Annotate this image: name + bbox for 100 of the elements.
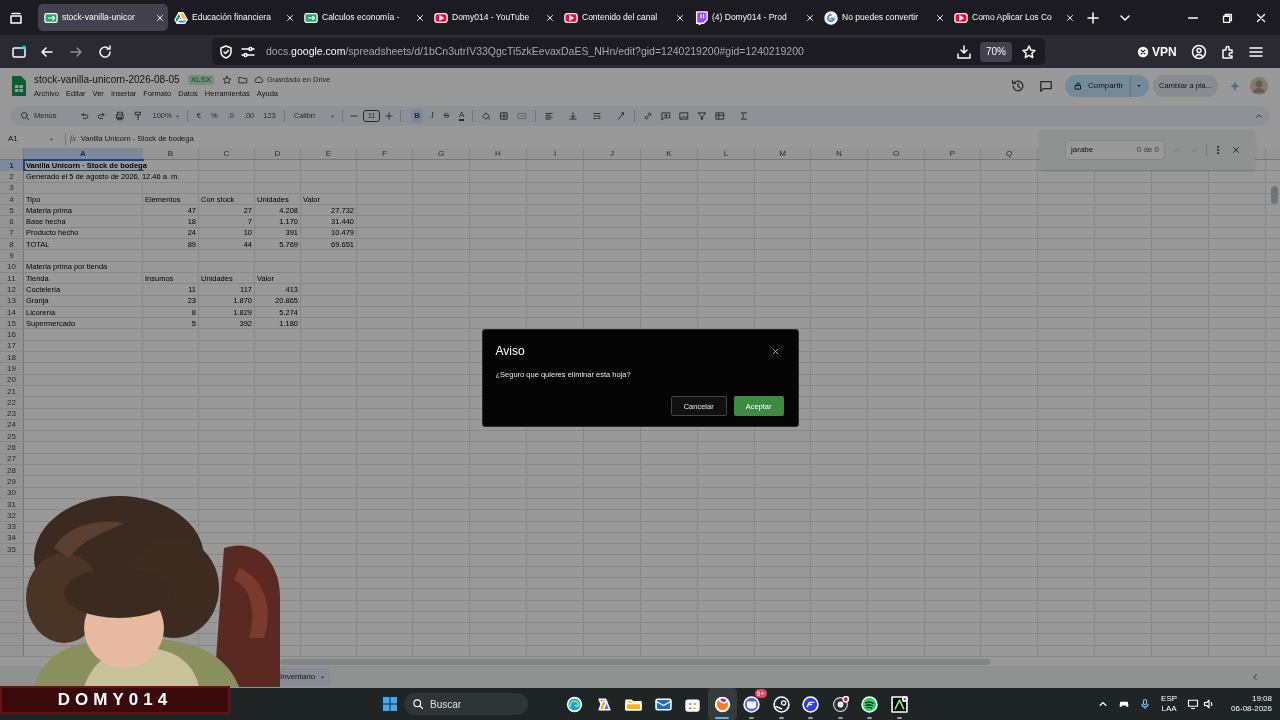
text-color-button[interactable]: A [459,111,465,121]
close-icon[interactable] [675,12,685,23]
sigma-icon[interactable] [739,111,750,121]
row-number[interactable]: 34 [0,532,23,544]
microphone-icon[interactable] [1139,698,1152,710]
search-icon[interactable] [20,111,30,121]
mail-icon[interactable] [654,695,672,713]
reload-icon[interactable] [97,43,113,60]
row-number[interactable]: 24 [0,419,23,431]
row-number[interactable]: 6 [0,216,23,227]
column-header[interactable]: P [925,148,980,159]
language-indicator[interactable]: ESP LAA [1161,694,1178,714]
sidebar-icon[interactable] [11,43,27,60]
row-number[interactable]: 12 [0,284,23,295]
browser-tab[interactable]: Contenido del canal [558,4,688,31]
clock[interactable]: 19:08 06-08-2026 [1231,694,1272,714]
search-field[interactable]: Buscar [404,693,528,715]
taskbar-button[interactable] [707,688,737,720]
wrap-icon[interactable] [592,111,603,121]
row-number[interactable]: 20 [0,374,23,385]
image-icon[interactable] [679,111,690,121]
row-number[interactable]: 27 [0,453,23,464]
row-number[interactable]: 10 [0,261,23,272]
close-icon[interactable] [285,12,295,23]
row-number[interactable]: 5 [0,205,23,216]
history-icon[interactable] [1010,79,1025,93]
row-number[interactable]: 26 [0,442,23,453]
monitor-icon[interactable] [1187,698,1200,710]
column-header[interactable]: A [24,148,142,159]
row-number[interactable]: 21 [0,385,23,397]
close-icon[interactable] [935,12,945,23]
share-button[interactable]: Compartir [1064,75,1150,97]
vertical-align-icon[interactable] [568,111,579,121]
fox-globe-icon[interactable] [713,695,731,713]
close-icon[interactable] [415,12,425,23]
row-number[interactable]: 29 [0,476,23,487]
italic-button[interactable]: I [431,110,434,122]
scrollbar-thumb[interactable] [280,659,990,665]
browser-tab[interactable]: (4) Domy014 - Prod [688,4,818,31]
row-number[interactable]: 28 [0,465,23,476]
close-icon[interactable] [805,12,815,23]
sound-waves-icon[interactable] [861,695,879,713]
vpn-button[interactable]: VPN [1152,42,1177,61]
chevron-left-icon[interactable] [1250,672,1260,682]
column-header[interactable]: N [811,148,867,159]
new-tab-icon[interactable] [1085,9,1101,26]
address-bar[interactable]: docs.google.com/spreadsheets/d/1bCn3utrIV33QgcTi5zkEevaxDaES_NHn/edit?gid=1240219200#gid=1240219200 70% [212,38,1045,65]
print-icon[interactable] [114,111,125,121]
row-number[interactable]: 19 [0,363,23,374]
column-header[interactable]: O [868,148,924,159]
row-number[interactable]: 2 [0,171,23,182]
column-header[interactable]: G [413,148,469,159]
bold-button[interactable]: B [411,109,424,123]
column-header[interactable]: H [470,148,526,159]
row-number[interactable]: 30 [0,487,23,498]
table-icon[interactable] [715,111,726,121]
row-number[interactable]: 17 [0,340,23,352]
row-number[interactable]: 14 [0,306,23,318]
scrollbar-thumb[interactable] [1271,186,1278,204]
plus-icon[interactable] [384,111,395,121]
row-number[interactable]: 9 [0,250,23,261]
paint-format-icon[interactable] [132,111,143,121]
row-number[interactable]: 1 [0,160,23,171]
download-icon[interactable] [956,43,972,60]
filter-icon[interactable] [697,111,708,121]
close-icon[interactable] [770,346,780,356]
close-icon[interactable] [545,12,555,23]
column-header[interactable]: J [584,148,640,159]
column-header[interactable]: L [698,148,754,159]
zoom-badge[interactable]: 70% [980,41,1012,62]
windows-logo-icon[interactable] [382,696,398,712]
star-icon[interactable] [1021,43,1037,60]
swirl-icon[interactable] [566,695,584,713]
document-title[interactable]: stock-vanilla-unicorn-2026-08-05 [34,72,180,88]
add-comment-icon[interactable] [661,111,672,121]
browser-tab[interactable]: Calculos economía - [298,4,428,31]
name-box[interactable]: A1 [8,133,46,145]
row-number[interactable]: 11 [0,272,23,284]
borders-icon[interactable] [499,111,510,121]
comment-icon[interactable] [1038,79,1053,93]
column-header[interactable]: D [255,148,300,159]
browser-tab[interactable]: Domy014 - YouTube [428,4,558,31]
gamepad-bubble-icon[interactable] [743,695,761,713]
row-number[interactable]: 7 [0,227,23,239]
link-icon[interactable] [643,111,654,121]
redo-icon[interactable] [96,111,107,121]
rotate-icon[interactable] [616,111,627,121]
row-number[interactable]: 4 [0,193,23,205]
row-number[interactable]: 13 [0,295,23,306]
strikethrough-button[interactable]: S [443,110,450,122]
row-number[interactable]: 33 [0,521,23,532]
row-number[interactable]: 22 [0,397,23,408]
row-number[interactable]: 31 [0,498,23,510]
find-field[interactable]: jarabe 0 de 0 [1065,140,1165,160]
row-number[interactable]: 25 [0,431,23,442]
row-number[interactable]: 18 [0,352,23,363]
align-icon[interactable] [544,111,555,121]
column-header[interactable]: M [755,148,810,159]
browser-tab[interactable]: No puedes convertir [818,4,948,31]
terminal-icon[interactable] [890,695,908,713]
